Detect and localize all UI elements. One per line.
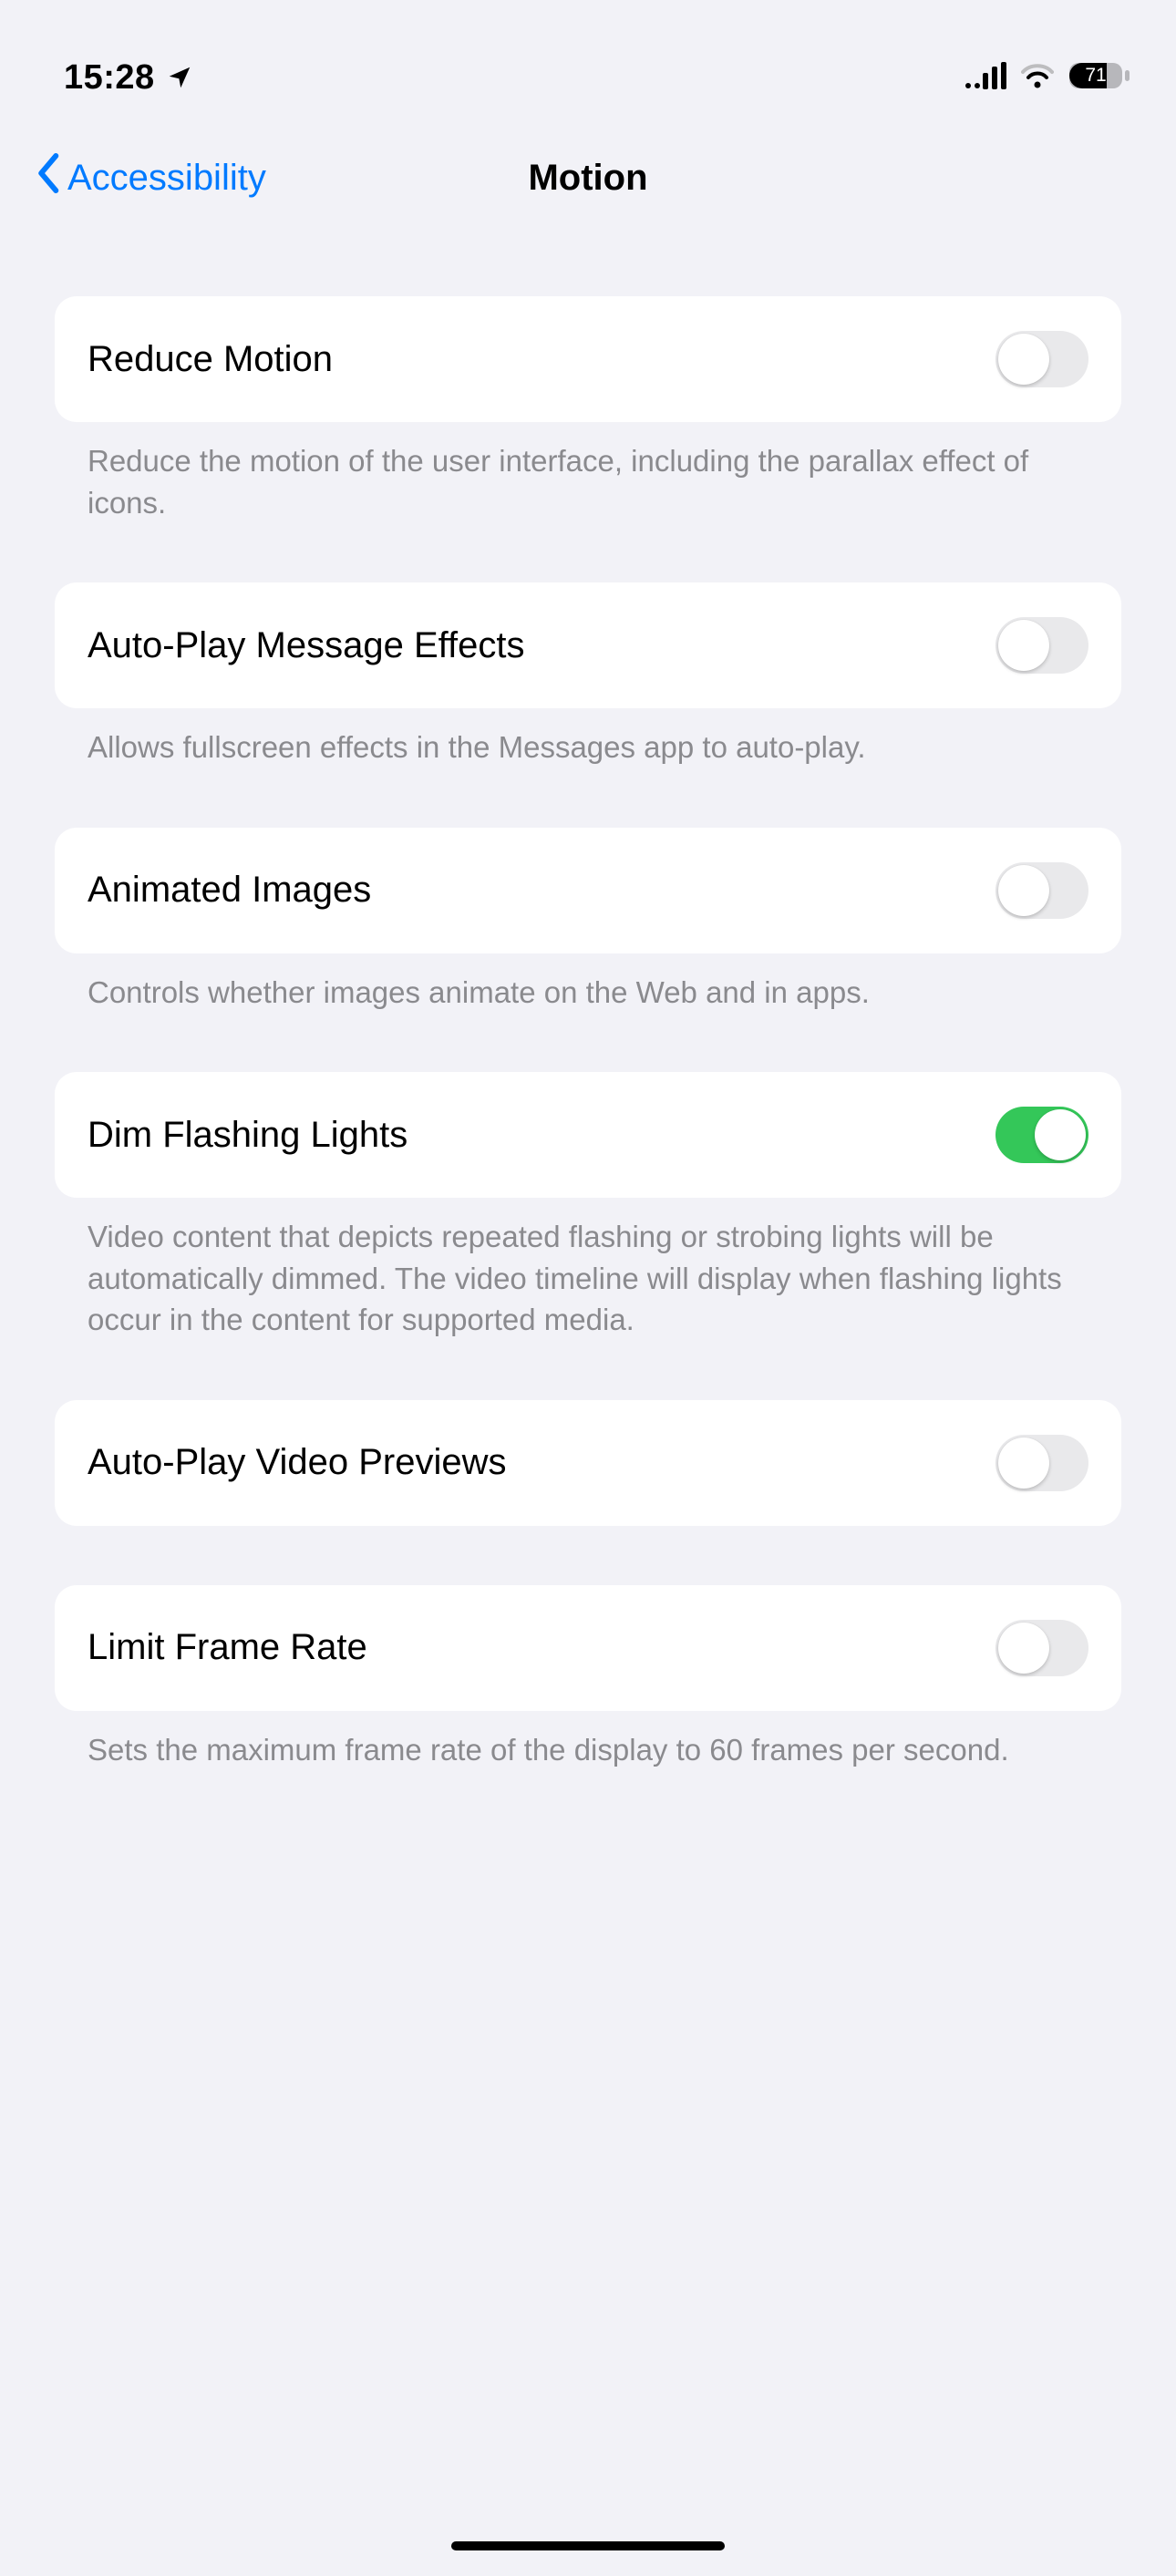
setting-row-reduce-motion[interactable]: Reduce Motion: [55, 296, 1121, 422]
setting-label: Limit Frame Rate: [88, 1627, 367, 1668]
back-button[interactable]: Accessibility: [36, 153, 266, 202]
setting-label: Animated Images: [88, 870, 371, 911]
cellular-signal-icon: [965, 62, 1006, 94]
setting-label: Auto-Play Video Previews: [88, 1442, 507, 1483]
setting-footer: Controls whether images animate on the W…: [55, 953, 1121, 1014]
setting-group-limit-frame-rate: Limit Frame Rate Sets the maximum frame …: [55, 1585, 1121, 1771]
toggle-autoplay-video-previews[interactable]: [995, 1435, 1088, 1491]
setting-footer: Reduce the motion of the user interface,…: [55, 422, 1121, 523]
setting-row-dim-flashing-lights[interactable]: Dim Flashing Lights: [55, 1072, 1121, 1198]
status-left: 15:28: [64, 58, 193, 98]
battery-icon: 71: [1068, 61, 1130, 95]
status-right: 71: [965, 61, 1130, 95]
setting-row-autoplay-video-previews[interactable]: Auto-Play Video Previews: [55, 1400, 1121, 1526]
toggle-reduce-motion[interactable]: [995, 331, 1088, 387]
status-time: 15:28: [64, 58, 155, 98]
battery-percent: 71: [1068, 61, 1123, 90]
setting-group-animated-images: Animated Images Controls whether images …: [55, 828, 1121, 1014]
setting-row-limit-frame-rate[interactable]: Limit Frame Rate: [55, 1585, 1121, 1711]
setting-group-autoplay-message-effects: Auto-Play Message Effects Allows fullscr…: [55, 582, 1121, 768]
chevron-left-icon: [36, 153, 62, 202]
setting-row-animated-images[interactable]: Animated Images: [55, 828, 1121, 953]
settings-list: Reduce Motion Reduce the motion of the u…: [0, 296, 1176, 1770]
setting-label: Reduce Motion: [88, 339, 333, 380]
toggle-autoplay-message-effects[interactable]: [995, 617, 1088, 674]
wifi-icon: [1021, 63, 1054, 93]
setting-group-reduce-motion: Reduce Motion Reduce the motion of the u…: [55, 296, 1121, 523]
setting-row-autoplay-message-effects[interactable]: Auto-Play Message Effects: [55, 582, 1121, 708]
home-indicator[interactable]: [451, 2541, 725, 2550]
setting-label: Dim Flashing Lights: [88, 1115, 407, 1156]
toggle-animated-images[interactable]: [995, 862, 1088, 919]
setting-footer: Allows fullscreen effects in the Message…: [55, 708, 1121, 768]
setting-footer: Sets the maximum frame rate of the displ…: [55, 1711, 1121, 1771]
setting-group-autoplay-video-previews: Auto-Play Video Previews: [55, 1400, 1121, 1526]
toggle-dim-flashing-lights[interactable]: [995, 1107, 1088, 1163]
toggle-limit-frame-rate[interactable]: [995, 1620, 1088, 1676]
setting-label: Auto-Play Message Effects: [88, 625, 525, 666]
nav-header: Accessibility Motion: [0, 128, 1176, 228]
setting-group-dim-flashing-lights: Dim Flashing Lights Video content that d…: [55, 1072, 1121, 1341]
status-bar: 15:28: [0, 27, 1176, 128]
page-title: Motion: [528, 158, 647, 199]
setting-footer: Video content that depicts repeated flas…: [55, 1198, 1121, 1341]
location-services-icon: [166, 64, 193, 96]
back-label: Accessibility: [67, 158, 266, 199]
